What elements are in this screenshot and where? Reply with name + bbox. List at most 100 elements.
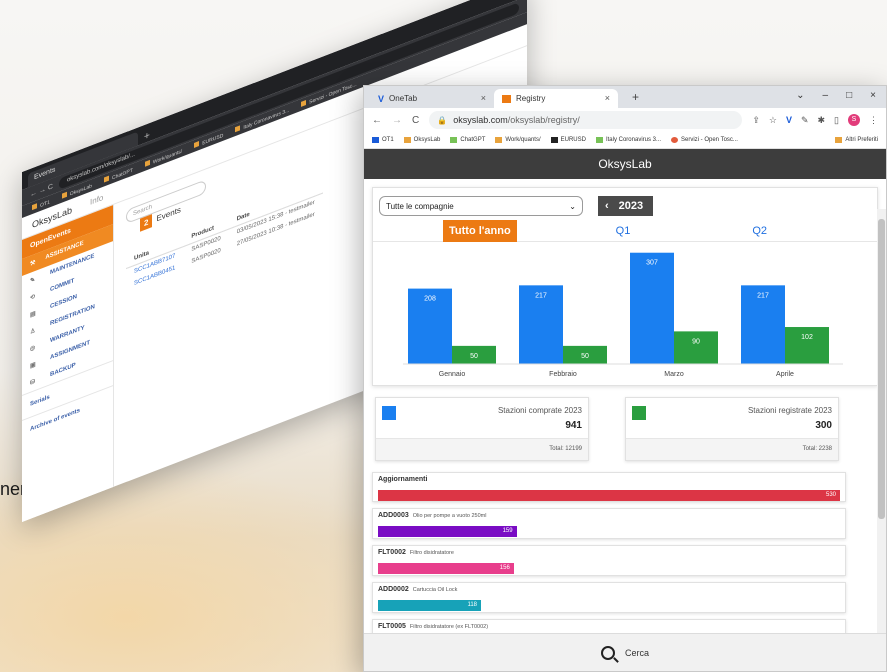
new-tab-icon[interactable]: + xyxy=(632,90,639,104)
update-code: ADD0002 xyxy=(378,586,409,593)
stats-row: Stazioni comprate 2023 941 Total: 12199 … xyxy=(372,397,878,461)
tools-icon: ⚒ xyxy=(30,259,36,268)
update-description: Olio per pompe a vuoto 250ml xyxy=(412,513,487,519)
tab-title: Registry xyxy=(516,94,546,103)
bookmark-item[interactable]: Servizi - Open Tosc... xyxy=(671,137,738,143)
bookmark-label: Italy Coronavirus 3... xyxy=(605,137,661,143)
tab-title: OneTab xyxy=(389,94,418,103)
updates-list: Aggiornamenti 530 ADD0003 Olio per pompe a … xyxy=(372,472,878,650)
chevron-down-icon[interactable]: ⌄ xyxy=(796,90,804,101)
forward-arrow-icon[interactable]: → xyxy=(392,115,402,126)
folder-icon xyxy=(835,137,843,143)
stat-card-purchased: Stazioni comprate 2023 941 Total: 12199 xyxy=(375,397,589,461)
bookmark-item[interactable]: OksysLab xyxy=(403,137,440,143)
update-item[interactable]: FLT0002 Filtro disidratatore 156 xyxy=(372,545,846,576)
chart-tick-label: Marzo xyxy=(664,371,684,378)
reload-icon[interactable]: C xyxy=(412,115,419,126)
url-domain: oksyslab.com xyxy=(453,115,508,125)
update-progress-track: 159 xyxy=(378,526,840,537)
chart-bar-marzo-0[interactable] xyxy=(630,252,674,364)
bookmark-other-folder[interactable]: Altri Preferiti xyxy=(835,137,878,143)
bookmark-icon xyxy=(403,137,411,143)
bookmark-item[interactable]: EURUSD xyxy=(550,137,586,143)
update-header: ADD0003 Olio per pompe a vuoto 250ml xyxy=(378,512,840,523)
bookmark-label: Servizi - Open Tosc... xyxy=(681,137,738,143)
tab-q2[interactable]: Q2 xyxy=(752,220,767,242)
address-field[interactable]: 🔒 oksyslab.com/oksyslab/registry/ xyxy=(429,111,743,129)
chart-bar-marzo-1[interactable] xyxy=(674,331,718,364)
chevron-left-icon[interactable]: ‹ xyxy=(605,200,609,212)
app-title: OksysLab xyxy=(364,149,886,179)
backup-icon: ⛁ xyxy=(30,378,36,387)
period-tabs: Tutto l'anno Q1 Q2 xyxy=(373,219,877,242)
update-item[interactable]: Aggiornamenti 530 xyxy=(372,472,846,502)
registration-icon: ♙ xyxy=(30,327,36,336)
eyedropper-icon[interactable]: ✎ xyxy=(801,115,809,126)
chart-tick-label: Gennaio xyxy=(439,371,466,378)
scrollbar-thumb[interactable] xyxy=(878,219,885,519)
stat-total: Total: 2238 xyxy=(626,438,838,460)
bookmark-item[interactable]: Italy Coronavirus 3... xyxy=(595,137,661,143)
tab-registry[interactable]: Registry × xyxy=(494,89,618,108)
stat-title: Stazioni comprate 2023 xyxy=(497,406,582,415)
update-progress-bar: 156 xyxy=(378,563,514,574)
close-window-icon[interactable]: × xyxy=(870,90,876,101)
stat-card-registered: Stazioni registrate 2023 300 Total: 2238 xyxy=(625,397,839,461)
chart-data-label: 208 xyxy=(424,296,436,303)
maximize-icon[interactable]: □ xyxy=(846,90,852,101)
tab-onetab[interactable]: V OneTab × xyxy=(370,89,494,108)
minimize-icon[interactable]: – xyxy=(823,90,829,101)
bookmark-item[interactable]: Work/quants/ xyxy=(495,137,541,143)
monthly-bar-chart: 208 50 Gennaio 217 50 Febbraio 307 90 Marzo 217 10… xyxy=(403,252,843,378)
chart-data-label: 102 xyxy=(801,334,813,341)
bookmark-icon xyxy=(450,137,458,143)
year-value: 2023 xyxy=(618,200,644,212)
chart-data-label: 50 xyxy=(581,353,589,360)
cession-icon: ▤ xyxy=(30,310,36,319)
sidepanel-icon[interactable]: ▯ xyxy=(834,115,839,126)
company-select[interactable]: Tutte le compagnie ⌄ xyxy=(379,196,583,216)
bookmark-item[interactable]: ChatGPT xyxy=(450,137,485,143)
update-item[interactable]: ADD0002 Cartuccia Oil Lock 118 xyxy=(372,582,846,613)
puzzle-icon[interactable]: ✱ xyxy=(818,115,826,126)
chart-data-label: 217 xyxy=(757,292,769,299)
avatar[interactable]: S xyxy=(848,114,860,126)
stat-total: Total: 12199 xyxy=(376,438,588,460)
search-footer-button[interactable]: Cerca xyxy=(364,633,886,671)
bookmark-label: OT1 xyxy=(382,137,394,143)
lock-icon: 🔒 xyxy=(437,115,448,125)
close-icon[interactable]: × xyxy=(605,93,610,103)
year-selector[interactable]: ‹ 2023 xyxy=(598,196,653,216)
close-icon[interactable]: × xyxy=(481,93,486,103)
share-icon[interactable]: ⇪ xyxy=(752,115,760,126)
front-browser-window: V OneTab × Registry × + ⌄ – □ × ← → C 🔒 xyxy=(363,85,887,672)
back-brand-info[interactable]: Info xyxy=(90,193,103,207)
back-new-tab-icon[interactable]: + xyxy=(144,130,150,143)
update-progress-bar: 530 xyxy=(378,490,840,501)
bookmark-icon xyxy=(671,137,678,143)
url-path: /oksyslab/registry/ xyxy=(507,115,580,125)
update-item[interactable]: ADD0003 Olio per pompe a vuoto 250ml 159 xyxy=(372,508,846,539)
onetab-extension-icon[interactable]: V xyxy=(786,115,792,125)
tab-q1[interactable]: Q1 xyxy=(616,220,631,242)
chart-data-label: 217 xyxy=(535,292,547,299)
chart-bar-aprile-1[interactable] xyxy=(785,327,829,364)
chart-data-label: 307 xyxy=(646,260,658,267)
star-icon[interactable]: ☆ xyxy=(769,115,777,126)
bookmark-item[interactable]: OT1 xyxy=(372,137,394,143)
update-header: FLT0002 Filtro disidratatore xyxy=(378,549,840,560)
tab-full-year[interactable]: Tutto l'anno xyxy=(443,219,517,242)
update-description: Filtro disidratatore xyxy=(409,550,454,556)
chart-filters: Tutte le compagnie ⌄ ‹ 2023 xyxy=(373,196,877,216)
back-arrow-icon[interactable]: ← xyxy=(372,115,382,126)
update-header: ADD0002 Cartuccia Oil Lock xyxy=(378,586,840,597)
menu-dots-icon[interactable]: ⋮ xyxy=(869,115,878,126)
search-label: Cerca xyxy=(624,647,649,658)
update-progress-track: 156 xyxy=(378,563,840,574)
back-sidebar: OpenEvents ⚒ ASSISTANCE ✎ MAINTENANCE ⟲ COM… xyxy=(22,204,114,522)
update-code: ADD0003 xyxy=(378,512,409,519)
legend-square-green xyxy=(632,406,646,420)
onetab-favicon-icon: V xyxy=(378,93,385,104)
update-progress-track: 530 xyxy=(378,490,840,501)
chart-tick-label: Aprile xyxy=(776,371,794,378)
